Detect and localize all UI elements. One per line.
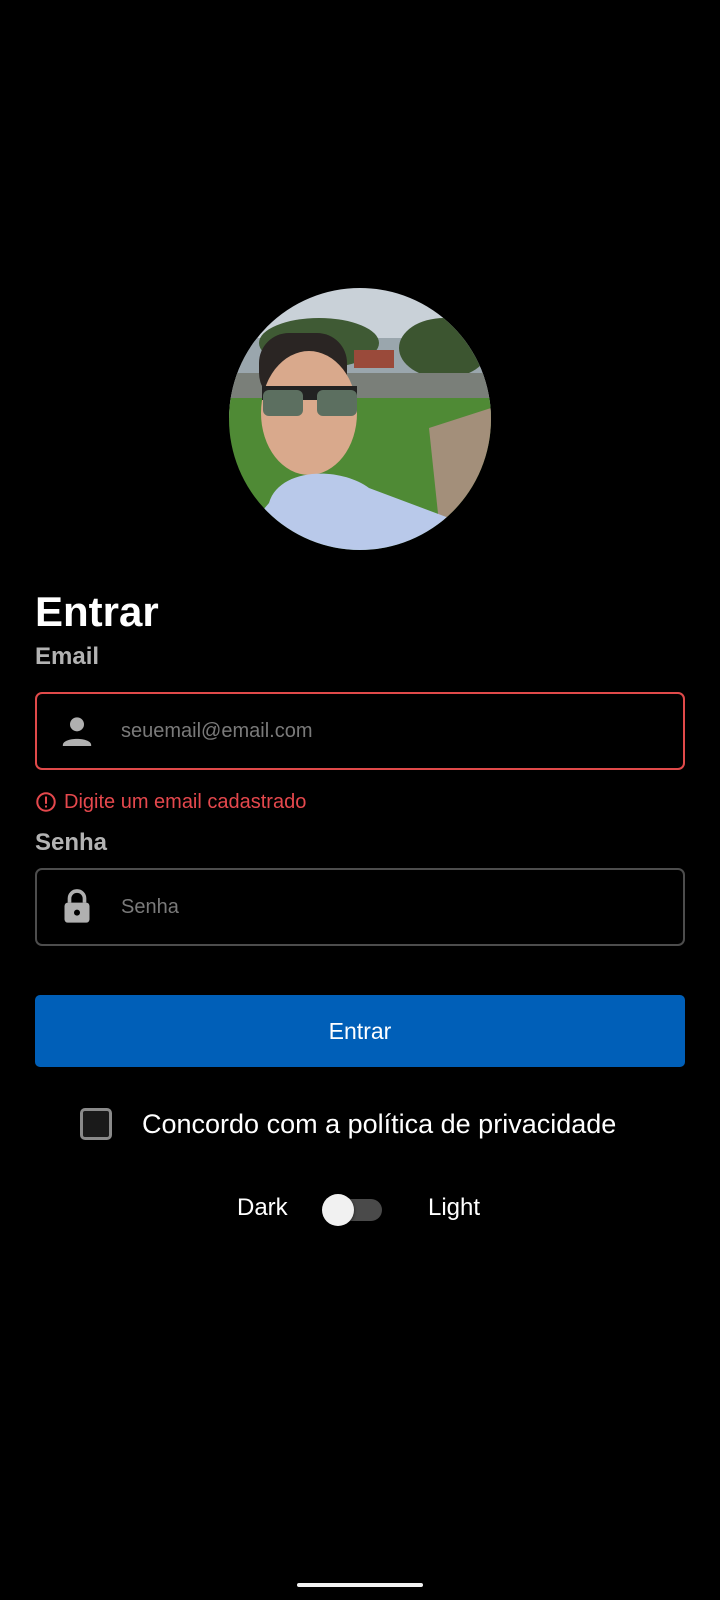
person-icon xyxy=(62,717,92,746)
privacy-checkbox[interactable] xyxy=(80,1108,112,1140)
home-indicator[interactable] xyxy=(297,1583,423,1587)
email-input[interactable] xyxy=(121,694,661,768)
theme-toggle[interactable] xyxy=(322,1194,382,1226)
password-field[interactable] xyxy=(35,868,685,946)
profile-avatar xyxy=(229,288,491,550)
dark-theme-label: Dark xyxy=(237,1194,288,1221)
toggle-thumb[interactable] xyxy=(322,1194,354,1226)
theme-switcher: Dark Light xyxy=(0,1190,720,1230)
page-title: Entrar xyxy=(35,588,159,635)
error-circle-icon xyxy=(36,792,56,812)
email-label: Email xyxy=(35,643,100,670)
login-button[interactable]: Entrar xyxy=(35,995,685,1067)
password-input[interactable] xyxy=(121,870,661,944)
light-theme-label: Light xyxy=(428,1194,481,1221)
email-error-text: Digite um email cadastrado xyxy=(64,790,307,813)
privacy-label: Concordo com a política de privacidade xyxy=(142,1108,617,1139)
privacy-consent: Concordo com a política de privacidade xyxy=(80,1102,616,1146)
password-label: Senha xyxy=(35,829,108,856)
lock-icon xyxy=(64,889,90,923)
email-error-message: Digite um email cadastrado xyxy=(35,787,306,817)
email-field[interactable] xyxy=(35,692,685,770)
login-screen: Entrar Email Digite um email cadastrado … xyxy=(0,0,720,1600)
